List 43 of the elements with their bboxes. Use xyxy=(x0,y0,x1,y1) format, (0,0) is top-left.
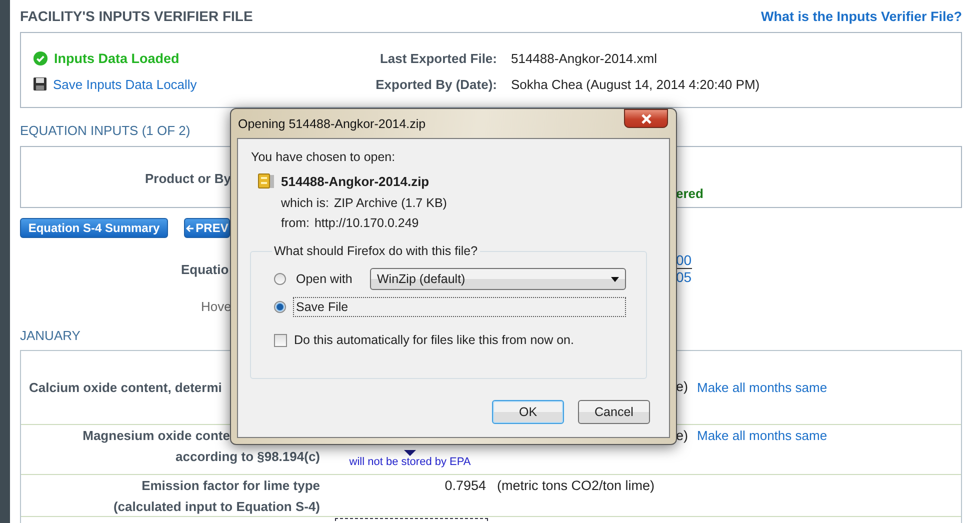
field-value: 514488-Angkor-2014.xml xyxy=(511,50,658,66)
value-text: 0.7954 xyxy=(444,477,487,495)
unit-text: e) xyxy=(676,427,688,445)
dialog-title: Opening 514488-Angkor-2014.zip xyxy=(238,116,426,130)
month-heading: JANUARY xyxy=(20,328,80,344)
unit-text: e) xyxy=(676,378,688,396)
field-label: Exported By (Date): xyxy=(376,76,497,92)
section-heading: EQUATION INPUTS (1 OF 2) xyxy=(20,123,190,139)
dialog-button[interactable]: OK xyxy=(492,400,564,424)
make-same-link[interactable]: Make all months same xyxy=(697,425,828,446)
detail-value: ZIP Archive (1.7 KB) xyxy=(334,195,447,211)
unit-text: (metric tons CO2/ton lime) xyxy=(497,477,655,495)
intro-text: You have chosen to open: xyxy=(251,149,396,165)
row-label: Emission factor for lime type xyxy=(142,477,320,495)
detail-label: from: xyxy=(281,215,310,231)
page-title: FACILITY'S INPUTS VERIFIER FILE xyxy=(20,8,253,24)
option-label[interactable]: Open with xyxy=(293,269,363,289)
field-value: Sokha Chea (August 14, 2014 4:20:40 PM) xyxy=(511,76,761,92)
help-link[interactable]: What is the Inputs Verifier File? xyxy=(760,8,962,24)
storage-note: will not be stored by EPA xyxy=(349,456,471,468)
detail-value: http://10.170.0.249 xyxy=(314,215,419,231)
row-label: Calcium oxide content, determi xyxy=(29,378,222,396)
dialog-button[interactable]: Cancel xyxy=(578,400,650,424)
row-label: Magnesium oxide conte xyxy=(82,427,230,445)
status-text: ered xyxy=(676,186,704,202)
save-link[interactable]: Save Inputs Data Locally xyxy=(53,76,197,92)
app-select[interactable]: WinZip (default) xyxy=(370,268,626,290)
row-label: according to §98.194(c) xyxy=(176,448,320,466)
loaded-status: Inputs Data Loaded xyxy=(54,50,180,66)
product-label: Product or By xyxy=(145,171,231,187)
option-label[interactable]: Save File xyxy=(293,297,626,317)
file-name: 514488-Angkor-2014.zip xyxy=(281,174,430,188)
summary-button[interactable]: Equation S-4 Summary xyxy=(20,218,168,238)
make-same-link[interactable]: Make all months same xyxy=(697,376,828,398)
prev-button[interactable]: PREV xyxy=(184,218,230,238)
equation-label: Equatio xyxy=(181,262,229,276)
detail-label: which is: xyxy=(281,195,329,211)
fraction-denominator[interactable]: 05 xyxy=(676,269,692,285)
field-label: Last Exported File: xyxy=(380,50,497,66)
row-label: (calculated input to Equation S-4) xyxy=(113,498,320,516)
hover-hint: Hove xyxy=(201,299,232,315)
checkbox-label[interactable]: Do this automatically for files like this from now on. xyxy=(294,332,574,348)
group-label: What should Firefox do with this file? xyxy=(273,243,479,259)
